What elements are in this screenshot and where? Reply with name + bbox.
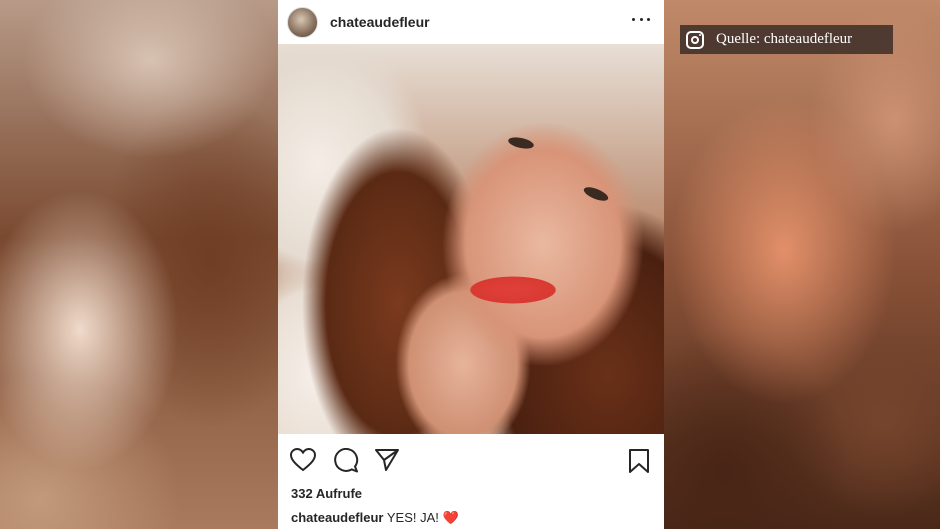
post-username[interactable]: chateaudefleur: [330, 14, 430, 30]
blurred-background-left: [0, 0, 278, 529]
instagram-icon: [686, 30, 704, 49]
view-count: 332 Aufrufe: [291, 486, 363, 501]
red-heart-emoji: ❤️: [442, 510, 459, 525]
caption-username[interactable]: chateaudefleur: [291, 510, 383, 525]
more-options-icon[interactable]: [632, 12, 650, 26]
source-label-text: Quelle: chateaudefleur: [716, 31, 853, 47]
post-header: chateaudefleur: [278, 0, 664, 44]
photo-detail: [507, 135, 535, 151]
post-photo[interactable]: [278, 44, 664, 434]
blurred-background-right: [664, 0, 940, 529]
caption-text: YES! JA!: [386, 510, 439, 525]
instagram-post: chateaudefleur 332 Aufrufe chateaudefleu…: [278, 0, 664, 529]
heart-icon[interactable]: [289, 447, 317, 477]
post-caption: chateaudefleur YES! JA! ❤️: [291, 510, 459, 526]
paper-plane-icon[interactable]: [374, 448, 400, 477]
bookmark-icon[interactable]: [628, 448, 650, 479]
avatar[interactable]: [287, 6, 318, 38]
source-label: Quelle: chateaudefleur: [680, 25, 893, 54]
comment-icon[interactable]: [333, 447, 359, 478]
photo-detail: [582, 184, 610, 204]
post-action-bar: [278, 434, 664, 484]
